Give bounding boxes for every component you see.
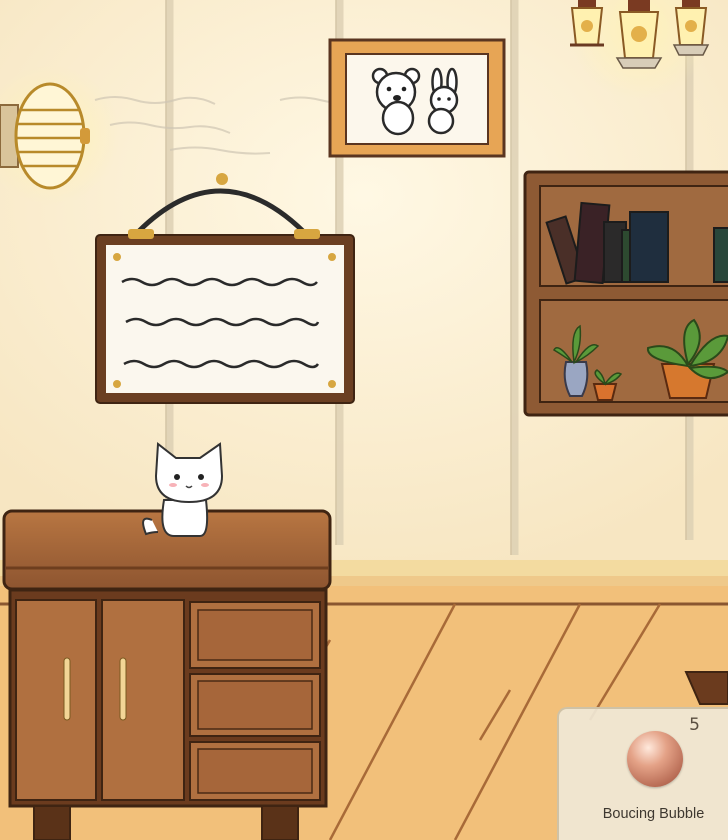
item-count: 5 (689, 715, 700, 735)
item-name: Boucing Bubble (602, 806, 705, 822)
inventory-item-card[interactable]: 5 Boucing Bubble (557, 707, 728, 840)
white-cat-character[interactable] (130, 440, 230, 540)
picture-frame (328, 38, 506, 158)
bookshelf (523, 170, 728, 417)
wooden-cabinet (2, 509, 332, 840)
bubble-orb-icon (627, 731, 683, 787)
